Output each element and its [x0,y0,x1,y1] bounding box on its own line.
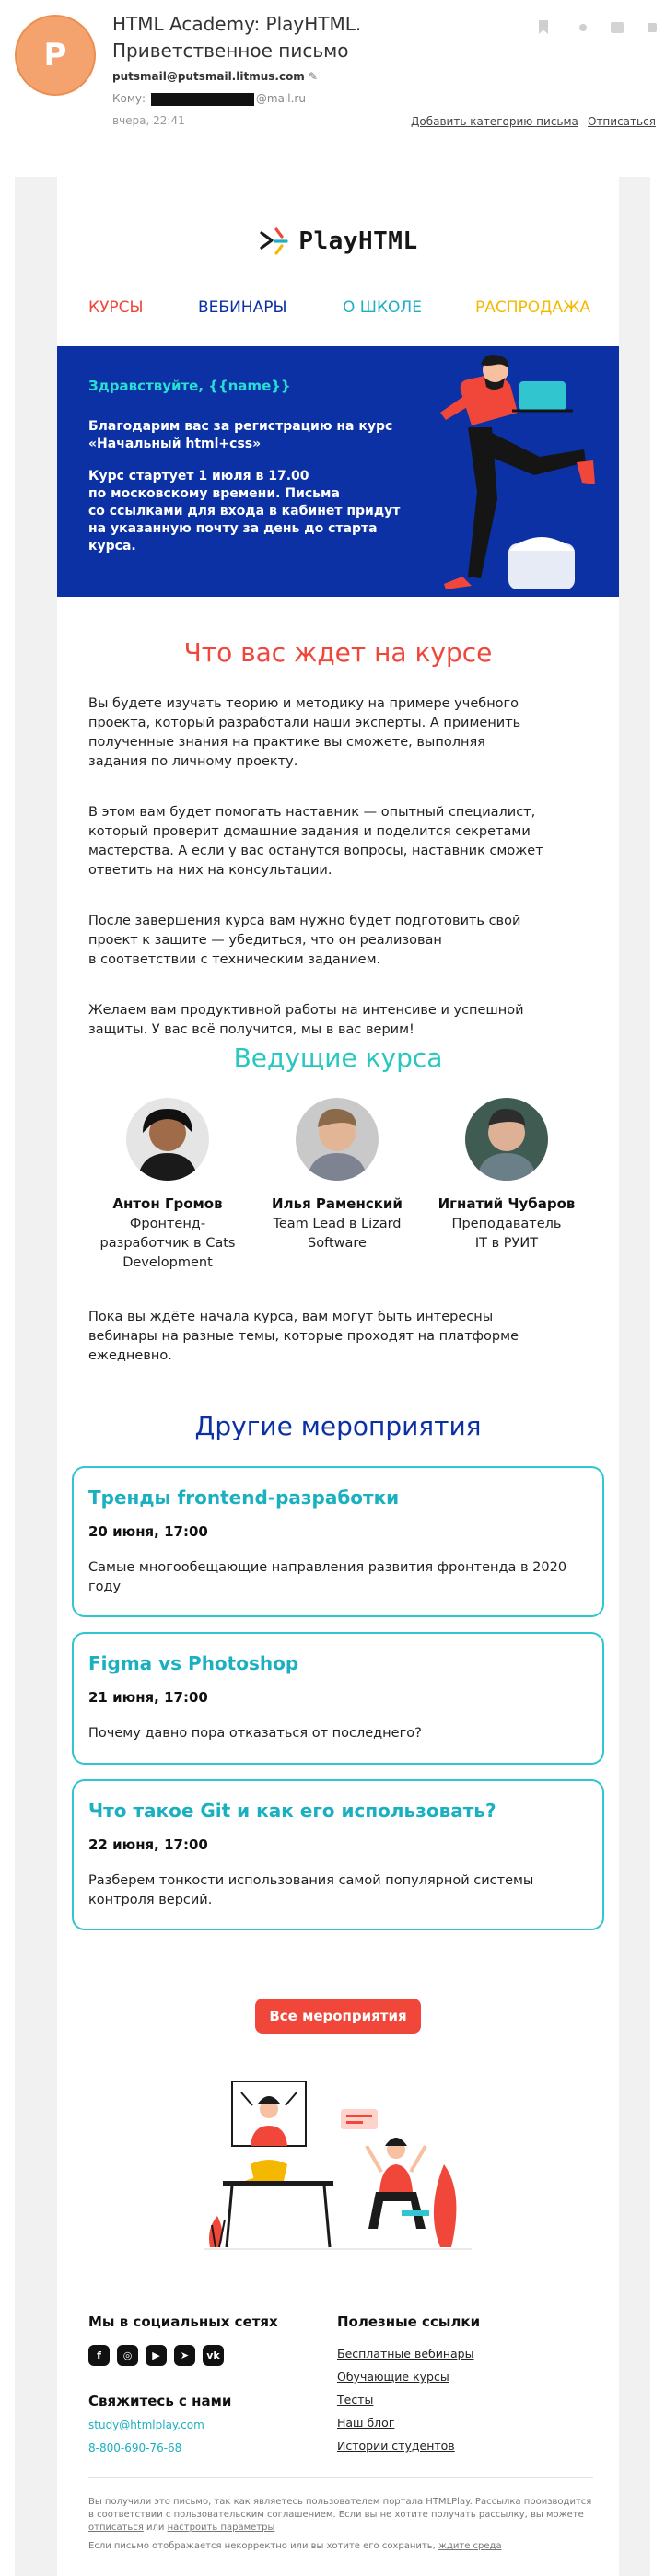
legal-online-text: Если письмо отображается некорректно или… [88,2541,438,2551]
hero-greeting: Здравствуйте, {{name}} [88,378,291,394]
footer-divider [88,2477,593,2478]
teacher-role: Преподаватель IT в РУИТ [451,1217,562,1251]
teacher-name: Илья Раменский [272,1195,402,1212]
expect-paragraph-1: Вы будете изучать теорию и методику на п… [88,696,521,769]
event-description: Разберем тонкости использования самой по… [88,1873,534,1907]
hero-thanks: Благодарим вас за регистрацию на курс «Н… [88,419,393,451]
vk-icon[interactable]: vk [203,2345,224,2366]
teacher-card: Илья Раменский Team Lead в Lizard Softwa… [263,1098,411,1253]
logo-text: PlayHTML [298,227,418,255]
read-status-icon[interactable] [576,20,590,35]
hero-illustration [440,355,595,589]
mail-header: P HTML Academy: PlayHTML. Приветственное… [0,0,665,138]
event-date: 20 июня, 17:00 [88,1523,208,1540]
logo[interactable]: PlayHTML [57,223,619,260]
nav-courses[interactable]: КУРСЫ [88,298,144,317]
teacher-card: Игнатий Чубаров Преподаватель IT в РУИТ [433,1098,580,1253]
youtube-icon[interactable]: ▶ [146,2345,167,2366]
event-date: 21 июня, 17:00 [88,1689,208,1706]
expect-title: Что вас ждет на курсе [183,637,493,668]
webinars-note: Пока вы ждёте начала курса, вам могут бы… [88,1310,519,1363]
unsubscribe-footer-link[interactable]: отписаться [88,2523,144,2533]
footer-illustration [204,2081,472,2250]
email-frame: PlayHTML КУРСЫ ВЕБИНАРЫ О ШКОЛЕ РАСПРОДА… [15,177,650,2576]
teacher-role: Фронтенд- разработчик в Cats Development [99,1217,236,1270]
teacher-name: Антон Громов [112,1195,223,1212]
footer-link-stories[interactable]: Истории студентов [337,2439,455,2453]
facebook-icon[interactable]: f [88,2345,110,2366]
email-card: PlayHTML КУРСЫ ВЕБИНАРЫ О ШКОЛЕ РАСПРОДА… [57,177,619,2576]
contact-email[interactable]: study@htmlplay.com [88,2419,204,2431]
teacher-name: Игнатий Чубаров [438,1195,576,1212]
social-title: Мы в социальных сетях [88,2314,278,2330]
social-icons: f ◎ ▶ ➤ vk [88,2345,224,2366]
legal-online: Если письмо отображается некорректно или… [88,2540,593,2553]
teacher-photo [465,1098,548,1181]
contact-phone[interactable]: 8-800-690-76-68 [88,2442,181,2454]
teacher-photo [296,1098,379,1181]
more-icon[interactable] [645,20,659,35]
event-card[interactable]: Тренды frontend-разработки 20 июня, 17:0… [72,1466,604,1617]
footer-link-webinars[interactable]: Бесплатные вебинары [337,2347,473,2360]
events-title: Другие мероприятия [194,1411,482,1441]
teacher-role: Team Lead в Lizard Software [273,1217,402,1251]
sender-avatar: P [15,15,96,96]
legal-notice: Вы получили это письмо, так как являетес… [88,2496,593,2535]
nav-about[interactable]: О ШКОЛЕ [343,298,422,317]
sender-address[interactable]: putsmail@putsmail.litmus.com ✎ [112,70,318,83]
event-description: Почему давно пора отказаться от последне… [88,1726,422,1741]
legal-or: или [143,2523,168,2533]
contact-title: Свяжитесь с нами [88,2393,232,2409]
instagram-icon[interactable]: ◎ [117,2345,138,2366]
footer-link-courses[interactable]: Обучающие курсы [337,2370,449,2384]
event-title[interactable]: Тренды frontend-разработки [88,1486,399,1509]
sender-email[interactable]: putsmail@putsmail.litmus.com [112,70,305,83]
event-card[interactable]: Что такое Git и как его использовать? 22… [72,1779,604,1930]
links-title: Полезные ссылки [337,2314,481,2330]
mail-subject: HTML Academy: PlayHTML. Приветственное п… [112,13,362,62]
event-title[interactable]: Что такое Git и как его использовать? [88,1800,496,1822]
nav-sale[interactable]: РАСПРОДАЖА [475,298,590,317]
settings-link[interactable]: настроить параметры [168,2523,275,2533]
hero-start-info: Курс стартует 1 июля в 17.00 по московск… [88,469,401,554]
expect-paragraph-4: Желаем вам продуктивной работы на интенс… [88,1003,524,1037]
telegram-icon[interactable]: ➤ [174,2345,195,2366]
bookmark-icon[interactable] [536,20,551,35]
recipient-label: Кому: [112,92,146,105]
unsubscribe-link[interactable]: Отписаться [588,115,656,128]
teacher-card: Антон Громов Фронтенд- разработчик в Cat… [94,1098,241,1273]
recipient-domain: @mail.ru [255,92,306,105]
footer-link-tests[interactable]: Тесты [337,2393,373,2407]
mail-time: вчера, 22:41 [112,114,185,127]
verified-icon: ✎ [309,70,319,83]
event-description: Самые многообещающие направления развити… [88,1560,567,1594]
expect-paragraph-2: В этом вам будет помогать наставник — оп… [88,805,543,878]
add-category-link[interactable]: Добавить категорию письма [411,115,578,128]
redacted-email [150,92,254,106]
event-card[interactable]: Figma vs Photoshop 21 июня, 17:00 Почему… [72,1632,604,1765]
event-title[interactable]: Figma vs Photoshop [88,1652,298,1674]
hero-banner: Здравствуйте, {{name}} Благодарим вас за… [57,346,619,597]
recipient-line: Кому: @mail.ru [112,92,306,106]
nav-webinars[interactable]: ВЕБИНАРЫ [198,298,286,317]
online-version-link[interactable]: ждите среда [438,2541,502,2551]
teachers-title: Ведущие курса [233,1043,443,1073]
expect-paragraph-3: После завершения курса вам нужно будет п… [88,914,521,967]
print-icon[interactable] [610,20,624,35]
event-date: 22 июня, 17:00 [88,1836,208,1853]
teacher-photo [126,1098,209,1181]
top-nav: КУРСЫ ВЕБИНАРЫ О ШКОЛЕ РАСПРОДАЖА [57,298,619,324]
legal-text: Вы получили это письмо, так как являетес… [88,2497,592,2520]
all-events-button[interactable]: Все мероприятия [255,1999,421,2034]
footer-link-blog[interactable]: Наш блог [337,2416,394,2430]
logo-icon [260,227,288,255]
